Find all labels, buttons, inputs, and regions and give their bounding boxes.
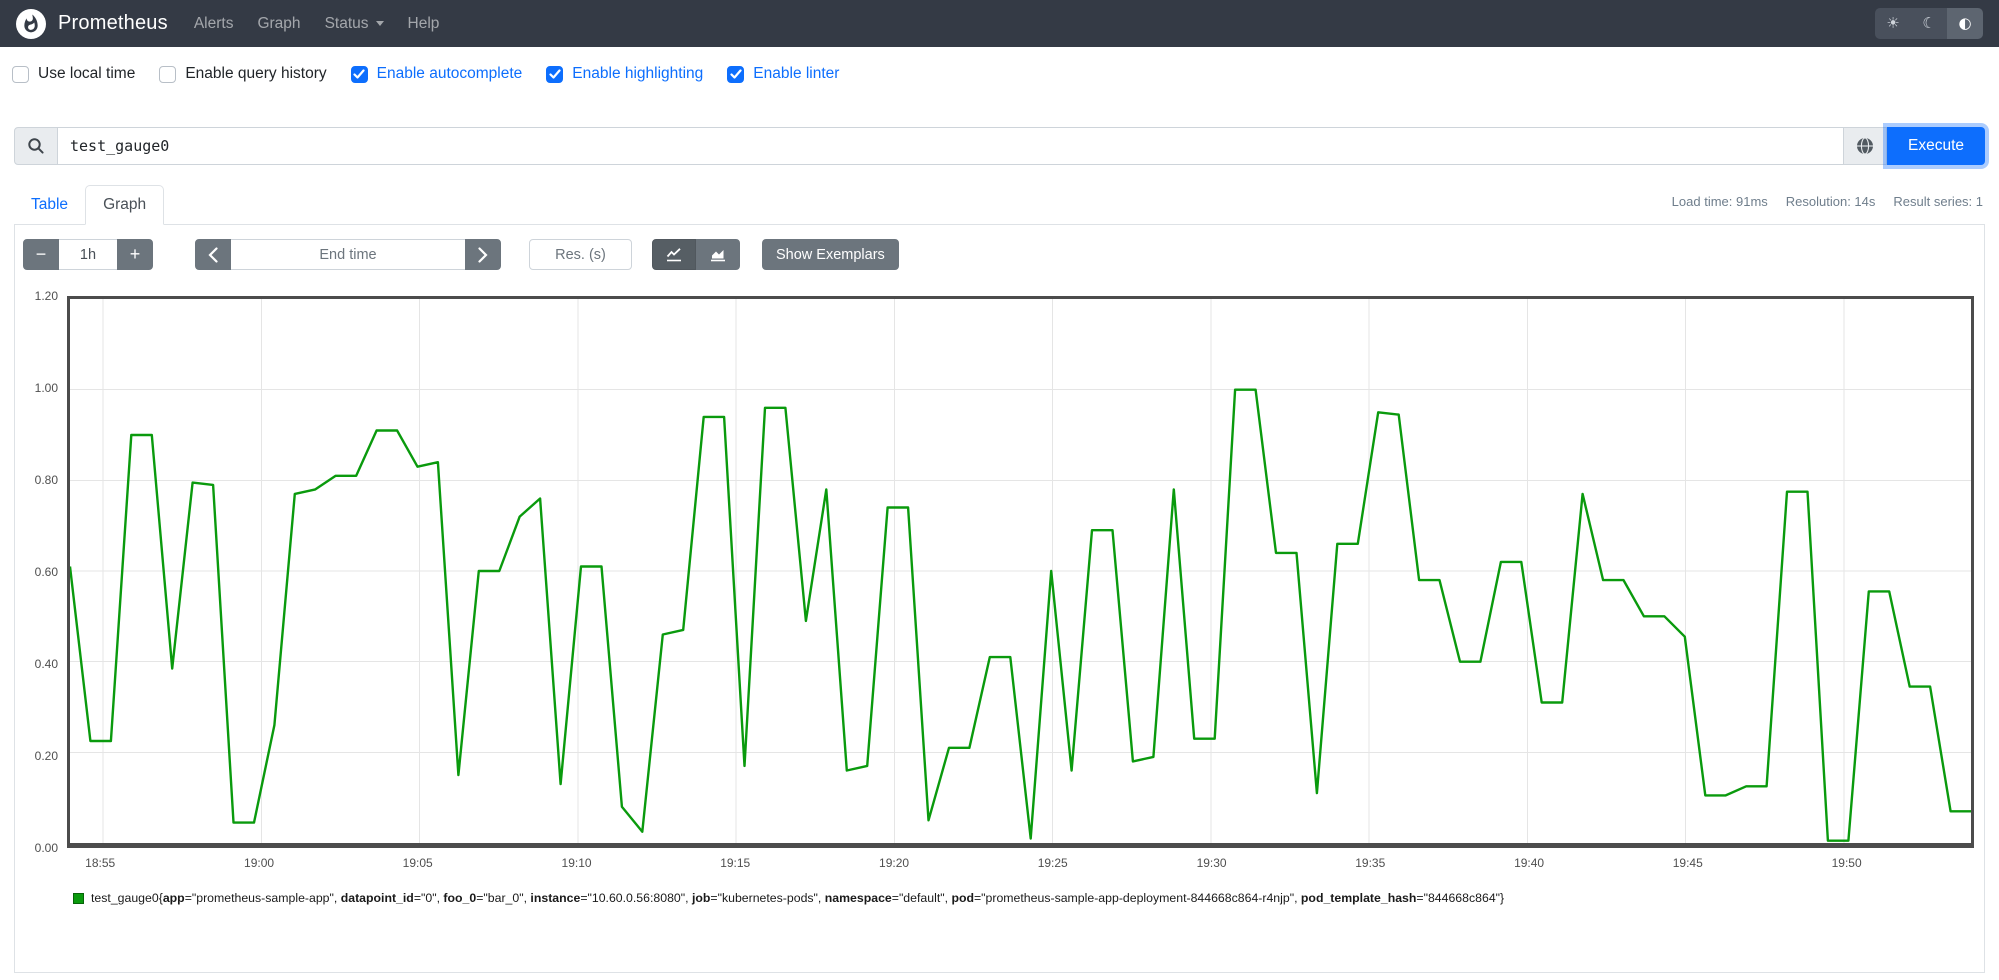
tab-graph[interactable]: Graph	[85, 185, 165, 225]
checkbox-box	[12, 65, 29, 83]
checkbox-box	[546, 65, 564, 83]
query-input[interactable]	[58, 127, 1843, 165]
end-time-input[interactable]	[231, 239, 465, 270]
checkbox-label: Enable linter	[753, 65, 840, 82]
metrics-explorer-button[interactable]	[1843, 127, 1887, 165]
checkbox-box	[350, 65, 368, 83]
checkbox-label: Enable query history	[185, 65, 327, 82]
resolution-input[interactable]	[529, 239, 632, 270]
graph-panel: − + Show Exemplars 0.000.200.400.600.801…	[14, 225, 1985, 973]
execute-button[interactable]: Execute	[1887, 127, 1985, 165]
chevron-right-icon	[478, 246, 488, 263]
contrast-auto-icon: ◐	[1958, 14, 1972, 32]
legend: test_gauge0{app="prometheus-sample-app",…	[73, 890, 1984, 908]
main-nav: Alerts Graph Status Help	[182, 7, 452, 41]
globe-icon	[1857, 137, 1873, 155]
nav-link-status[interactable]: Status	[313, 7, 396, 41]
line-graph-toggle[interactable]	[652, 239, 696, 270]
search-icon	[28, 138, 44, 154]
checkbox-enable-query-history[interactable]: Enable query history	[159, 65, 327, 83]
brand-title: Prometheus	[58, 12, 168, 34]
nav-link-help[interactable]: Help	[396, 7, 452, 41]
legend-label: test_gauge0{app="prometheus-sample-app",…	[91, 891, 1505, 905]
end-time-control-group	[195, 239, 501, 270]
graph-canvas[interactable]	[70, 299, 1971, 843]
plot-column: 18:55 19:00 19:05 19:10 19:15 19:20 19:25 19:30…	[67, 296, 1974, 874]
checkbox-use-local-time[interactable]: Use local time	[12, 65, 135, 83]
legend-item[interactable]: test_gauge0{app="prometheus-sample-app",…	[73, 890, 1984, 908]
range-control-group: − +	[23, 239, 153, 270]
tabs: Table Graph Load time: 91ms Resolution: …	[14, 185, 1985, 225]
time-forward-button[interactable]	[465, 239, 501, 270]
checkbox-box	[159, 65, 177, 83]
checkbox-label: Enable highlighting	[572, 65, 704, 82]
range-decrease-button[interactable]: −	[23, 239, 59, 270]
query-search-addon	[14, 127, 58, 165]
range-increase-button[interactable]: +	[117, 239, 153, 270]
checkbox-enable-autocomplete[interactable]: Enable autocomplete	[350, 65, 523, 83]
graph-controls: − + Show Exemplars	[15, 225, 1984, 270]
checkbox-label: Enable autocomplete	[376, 65, 523, 82]
result-series-stat: Result series: 1	[1893, 194, 1983, 209]
y-axis-labels: 0.00 0.20 0.40 0.60 0.80 1.00 1.20	[34, 289, 58, 855]
chart-area-icon	[711, 250, 725, 262]
range-input[interactable]	[59, 239, 117, 270]
caret-down-icon	[375, 21, 384, 26]
query-panel: Table Graph Load time: 91ms Resolution: …	[14, 185, 1985, 973]
show-exemplars-button[interactable]: Show Exemplars	[762, 239, 899, 270]
query-bar: Execute	[14, 127, 1985, 165]
x-axis-labels: 18:55 19:00 19:05 19:10 19:15 19:20 19:25 19:30…	[85, 856, 1862, 870]
theme-auto-button[interactable]: ◐	[1947, 8, 1983, 39]
checkbox-enable-highlighting[interactable]: Enable highlighting	[546, 65, 703, 83]
sun-icon: ☀	[1886, 14, 1900, 32]
nav-link-status-label: Status	[324, 14, 369, 32]
checkbox-label: Use local time	[38, 65, 136, 82]
checkbox-enable-linter[interactable]: Enable linter	[727, 65, 839, 83]
chevron-left-icon	[208, 246, 218, 263]
theme-dark-button[interactable]: ☾	[1911, 8, 1947, 39]
theme-light-button[interactable]: ☀	[1875, 8, 1911, 39]
nav-link-graph[interactable]: Graph	[245, 7, 312, 41]
checkbox-box	[727, 65, 745, 83]
graph-type-toggle-group	[652, 239, 740, 270]
time-back-button[interactable]	[195, 239, 231, 270]
legend-swatch	[73, 893, 84, 904]
tab-table[interactable]: Table	[14, 186, 85, 224]
load-time-stat: Load time: 91ms	[1671, 194, 1768, 209]
resolution-stat: Resolution: 14s	[1785, 194, 1876, 209]
moon-icon: ☾	[1922, 14, 1936, 32]
settings-bar: Use local time Enable query history Enab…	[0, 47, 1999, 87]
query-stats: Load time: 91ms Resolution: 14s Result s…	[1672, 194, 1983, 209]
stacked-graph-toggle[interactable]	[696, 239, 740, 270]
nav-link-alerts[interactable]: Alerts	[182, 7, 246, 41]
navbar: Prometheus Alerts Graph Status Help ☀ ☾ …	[0, 0, 1999, 47]
chart-line-icon	[666, 248, 681, 262]
prometheus-logo-icon	[16, 8, 46, 39]
plot-area[interactable]	[67, 296, 1974, 848]
home-link[interactable]: Prometheus	[16, 8, 168, 39]
theme-toggle-group: ☀ ☾ ◐	[1875, 8, 1983, 39]
graph-area: 0.00 0.20 0.40 0.60 0.80 1.00 1.20 18:55 19:00 1…	[23, 289, 1974, 874]
